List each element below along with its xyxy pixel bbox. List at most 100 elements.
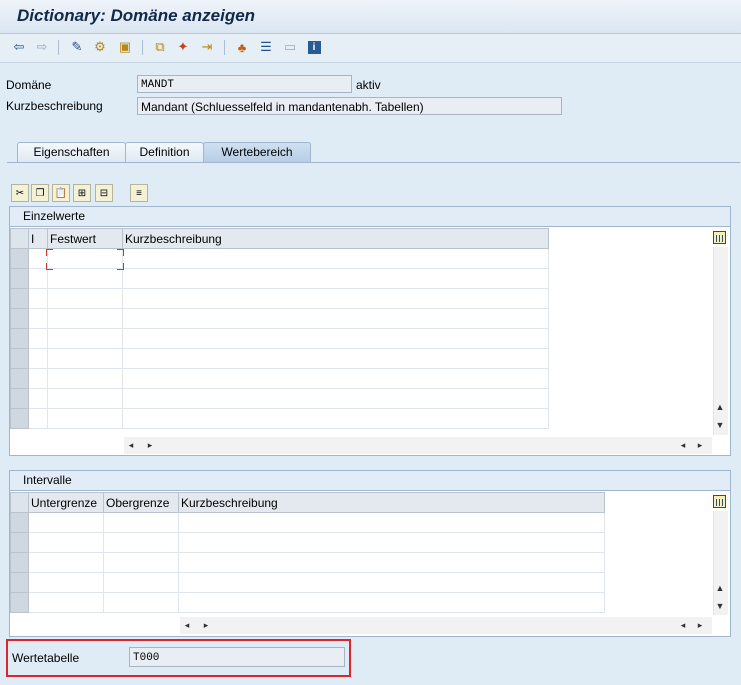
row-selector[interactable] bbox=[10, 328, 29, 349]
scroll-down-icon[interactable]: ▼ bbox=[715, 601, 725, 611]
cell[interactable] bbox=[28, 552, 104, 573]
row-selector[interactable] bbox=[10, 268, 29, 289]
row-selector[interactable] bbox=[10, 592, 29, 613]
scroll-right-icon[interactable]: ▸ bbox=[695, 620, 705, 631]
row-selector-header[interactable] bbox=[10, 228, 29, 249]
row-selector[interactable] bbox=[10, 532, 29, 553]
scroll-right-icon[interactable]: ▸ bbox=[145, 440, 155, 451]
copy-icon[interactable]: ❐ bbox=[31, 184, 49, 202]
cell[interactable] bbox=[178, 592, 605, 613]
tab-properties[interactable]: Eigenschaften bbox=[17, 142, 126, 162]
info-icon[interactable]: i bbox=[305, 38, 323, 56]
vertical-scrollbar[interactable] bbox=[713, 511, 728, 615]
cell[interactable] bbox=[47, 288, 123, 309]
cell[interactable] bbox=[47, 368, 123, 389]
back-icon[interactable]: ⇦ bbox=[10, 38, 28, 56]
cell[interactable] bbox=[47, 388, 123, 409]
column-header-lower-limit[interactable]: Untergrenze bbox=[28, 492, 104, 513]
cell[interactable] bbox=[28, 388, 48, 409]
cell[interactable] bbox=[28, 328, 48, 349]
active-inactive-icon[interactable]: ⚙ bbox=[91, 38, 109, 56]
scroll-left-icon[interactable]: ◂ bbox=[182, 620, 192, 631]
scroll-down-icon[interactable]: ▼ bbox=[715, 420, 725, 430]
cell[interactable] bbox=[28, 592, 104, 613]
scroll-right-icon[interactable]: ▸ bbox=[201, 620, 211, 631]
delete-row-icon[interactable]: ⊟ bbox=[95, 184, 113, 202]
cell[interactable] bbox=[28, 368, 48, 389]
row-selector[interactable] bbox=[10, 308, 29, 329]
cell[interactable] bbox=[28, 572, 104, 593]
cut-icon[interactable]: ✂ bbox=[11, 184, 29, 202]
column-header-upper-limit[interactable]: Obergrenze bbox=[103, 492, 179, 513]
paste-icon[interactable]: 📋 bbox=[52, 184, 70, 202]
scroll-up-icon[interactable]: ▲ bbox=[715, 583, 725, 593]
cell[interactable] bbox=[178, 512, 605, 533]
row-selector[interactable] bbox=[10, 572, 29, 593]
row-selector[interactable] bbox=[10, 348, 29, 369]
cell[interactable] bbox=[178, 532, 605, 553]
row-selector-header[interactable] bbox=[10, 492, 29, 513]
scroll-up-icon[interactable]: ▲ bbox=[715, 402, 725, 412]
column-settings-icon[interactable] bbox=[713, 231, 726, 244]
cell[interactable] bbox=[122, 408, 549, 429]
cell[interactable] bbox=[28, 248, 48, 269]
scroll-left-icon[interactable]: ◂ bbox=[126, 440, 136, 451]
cell[interactable] bbox=[103, 532, 179, 553]
object-navigation-icon[interactable]: ⇥ bbox=[198, 38, 216, 56]
frame-icon[interactable]: ▭ bbox=[281, 38, 299, 56]
row-selector[interactable] bbox=[10, 368, 29, 389]
row-selector[interactable] bbox=[10, 288, 29, 309]
cell[interactable] bbox=[47, 348, 123, 369]
cell[interactable] bbox=[122, 348, 549, 369]
column-settings-icon[interactable] bbox=[713, 495, 726, 508]
scroll-right-icon[interactable]: ▸ bbox=[695, 440, 705, 451]
row-selector[interactable] bbox=[10, 248, 29, 269]
cell[interactable] bbox=[178, 572, 605, 593]
column-header-short-description[interactable]: Kurzbeschreibung bbox=[178, 492, 605, 513]
column-header-indicator[interactable]: I bbox=[28, 228, 48, 249]
row-selector[interactable] bbox=[10, 408, 29, 429]
hierarchy-icon[interactable]: ♣ bbox=[233, 38, 251, 56]
display-object-list-icon[interactable]: ▣ bbox=[116, 38, 134, 56]
tab-definition[interactable]: Definition bbox=[125, 142, 204, 162]
sort-icon[interactable]: ≡ bbox=[130, 184, 148, 202]
cell[interactable] bbox=[122, 308, 549, 329]
cell[interactable] bbox=[47, 268, 123, 289]
cell[interactable] bbox=[122, 328, 549, 349]
cell[interactable] bbox=[122, 248, 549, 269]
scroll-left-icon[interactable]: ◂ bbox=[678, 620, 688, 631]
cell[interactable] bbox=[28, 348, 48, 369]
cell[interactable] bbox=[103, 512, 179, 533]
cell[interactable] bbox=[122, 288, 549, 309]
forward-icon[interactable]: ⇨ bbox=[33, 38, 51, 56]
cell[interactable] bbox=[28, 308, 48, 329]
horizontal-scrollbar[interactable] bbox=[180, 617, 712, 634]
tab-value-range[interactable]: Wertebereich bbox=[203, 142, 311, 163]
cell[interactable] bbox=[122, 388, 549, 409]
cell[interactable] bbox=[28, 532, 104, 553]
short-description-field[interactable]: Mandant (Schluesselfeld in mandantenabh.… bbox=[137, 97, 562, 115]
cell[interactable] bbox=[103, 572, 179, 593]
insert-row-icon[interactable]: ⊞ bbox=[73, 184, 91, 202]
cell[interactable] bbox=[122, 368, 549, 389]
list-icon[interactable]: ☰ bbox=[257, 38, 275, 56]
cell[interactable] bbox=[28, 512, 104, 533]
cell[interactable] bbox=[28, 268, 48, 289]
cell[interactable] bbox=[47, 408, 123, 429]
cell[interactable] bbox=[47, 308, 123, 329]
row-selector[interactable] bbox=[10, 388, 29, 409]
enhancements-icon[interactable]: ✦ bbox=[174, 38, 192, 56]
cell[interactable] bbox=[178, 552, 605, 573]
column-header-short-description[interactable]: Kurzbeschreibung bbox=[122, 228, 549, 249]
where-used-icon[interactable]: ⧉ bbox=[151, 38, 169, 56]
row-selector[interactable] bbox=[10, 512, 29, 533]
cell[interactable] bbox=[28, 288, 48, 309]
cell[interactable] bbox=[122, 268, 549, 289]
column-header-fixed-value[interactable]: Festwert bbox=[47, 228, 123, 249]
cell[interactable] bbox=[28, 408, 48, 429]
row-selector[interactable] bbox=[10, 552, 29, 573]
cell[interactable] bbox=[103, 552, 179, 573]
domain-field[interactable]: MANDT bbox=[137, 75, 352, 93]
cell[interactable] bbox=[103, 592, 179, 613]
other-object-icon[interactable]: ✎ bbox=[68, 38, 86, 56]
